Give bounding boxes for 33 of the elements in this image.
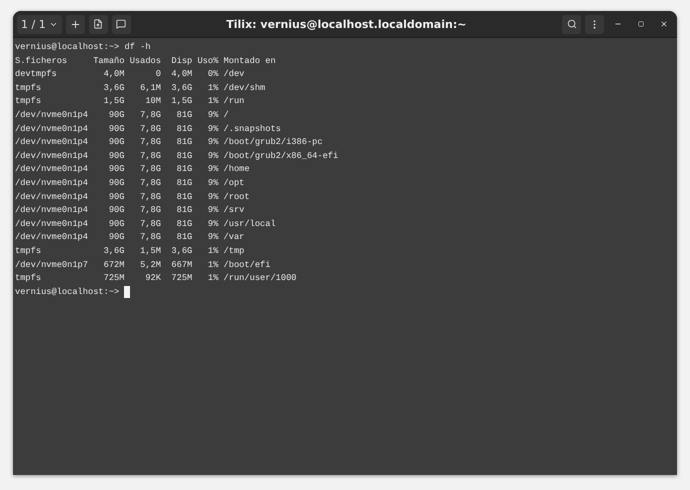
- terminal-line: tmpfs 1,5G 10M 1,5G 1% /run: [15, 95, 244, 108]
- terminal-line: /dev/nvme0n1p4 90G 7,8G 81G 9% /home: [15, 163, 250, 176]
- terminal-line: /dev/nvme0n1p4 90G 7,8G 81G 9% /boot/grub2/i386-pc: [15, 136, 323, 150]
- terminal-line: /dev/nvme0n1p4 90G 7,8G 81G 9% /root: [15, 190, 250, 204]
- terminal-line: /dev/nvme0n1p4 90G 7,8G 81G 9% /opt: [15, 176, 244, 190]
- text-cursor: [124, 286, 130, 298]
- terminal-line: tmpfs 725M 92K 725M 1% /run/user/1000: [15, 272, 297, 286]
- terminal-line: /dev/nvme0n1p7 672M 5,2M 667M 1% /boot/efi: [15, 258, 270, 272]
- document-icon: [93, 19, 104, 29]
- session-switcher[interactable]: 1 / 1: [17, 14, 62, 34]
- plus-icon: [70, 18, 81, 30]
- maximize-icon: [638, 21, 644, 27]
- menu-button[interactable]: [585, 14, 604, 34]
- terminal-line: devtmpfs 4,0M 0 4,0M 0% /dev: [15, 68, 244, 82]
- sidebar-button[interactable]: [112, 14, 131, 34]
- terminal-line: /dev/nvme0n1p4 90G 7,8G 81G 9% /srv: [15, 204, 244, 218]
- shell-prompt: vernius@localhost:~>: [15, 286, 120, 299]
- terminal-line: /dev/nvme0n1p4 90G 7,8G 81G 9% /usr/local: [15, 218, 276, 231]
- close-icon: [660, 20, 668, 28]
- terminal-line: /dev/nvme0n1p4 90G 7,8G 81G 9% /: [15, 108, 229, 122]
- terminal-line: tmpfs 3,6G 6,1M 3,6G 1% /dev/shm: [15, 82, 266, 95]
- search-button[interactable]: [562, 14, 581, 34]
- terminal-line: /dev/nvme0n1p4 90G 7,8G 81G 9% /.snapshots: [15, 122, 281, 136]
- terminal-line: /dev/nvme0n1p4 90G 7,8G 81G 9% /var: [15, 231, 244, 244]
- terminal-line: vernius@localhost:~> df -h: [15, 41, 151, 54]
- terminal-line: /dev/nvme0n1p4 90G 7,8G 81G 9% /boot/grub2/x86_64-efi: [15, 150, 338, 163]
- terminal-line: tmpfs 3,6G 1,5M 3,6G 1% /tmp: [15, 244, 244, 258]
- terminal-line: S.ficheros Tamaño Usados Disp Uso% Montado en: [15, 54, 276, 68]
- message-icon: [116, 19, 126, 29]
- window-title: Tilix: vernius@localhost.localdomain:~: [225, 18, 468, 30]
- search-icon: [566, 19, 576, 29]
- save-button[interactable]: [88, 14, 108, 34]
- add-terminal-button[interactable]: [66, 14, 85, 34]
